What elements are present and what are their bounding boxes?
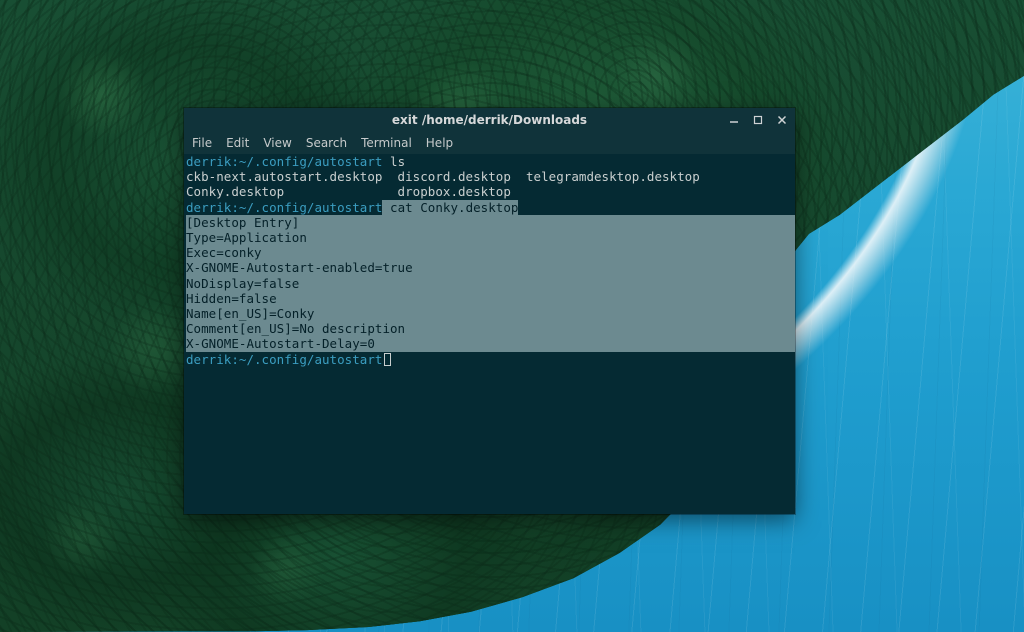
cat-output: Hidden=false <box>186 291 795 306</box>
terminal-line: derrik:~/.config/autostart ls <box>186 154 793 169</box>
cat-output: Exec=conky <box>186 245 795 260</box>
cat-output: [Desktop Entry] <box>186 215 795 230</box>
terminal-line: NoDisplay=false <box>186 276 793 291</box>
terminal-line: Hidden=false <box>186 291 793 306</box>
menu-terminal[interactable]: Terminal <box>361 136 412 150</box>
window-title: exit /home/derrik/Downloads <box>392 113 587 127</box>
cat-output: Comment[en_US]=No description <box>186 321 795 336</box>
terminal-line: X-GNOME-Autostart-enabled=true <box>186 260 793 275</box>
terminal-line: [Desktop Entry] <box>186 215 793 230</box>
menu-file[interactable]: File <box>192 136 212 150</box>
terminal-line: ckb-next.autostart.desktop discord.deskt… <box>186 169 793 184</box>
terminal-line: Conky.desktop dropbox.desktop <box>186 184 793 199</box>
terminal-line: X-GNOME-Autostart-Delay=0 <box>186 336 793 351</box>
prompt: derrik:~/.config/autostart <box>186 154 382 169</box>
prompt: derrik:~/.config/autostart <box>186 200 382 215</box>
prompt: derrik:~/.config/autostart <box>186 352 382 367</box>
window-controls <box>727 108 789 132</box>
terminal-body[interactable]: derrik:~/.config/autostart ls ckb-next.a… <box>184 154 795 514</box>
terminal-line: derrik:~/.config/autostart cat Conky.des… <box>186 200 793 215</box>
maximize-button[interactable] <box>751 113 765 127</box>
cat-output: Name[en_US]=Conky <box>186 306 795 321</box>
terminal-line: Exec=conky <box>186 245 793 260</box>
window-title-bar[interactable]: exit /home/derrik/Downloads <box>184 108 795 132</box>
terminal-line: Type=Application <box>186 230 793 245</box>
close-icon <box>777 115 787 125</box>
cat-output: X-GNOME-Autostart-Delay=0 <box>186 336 795 351</box>
cat-output: Type=Application <box>186 230 795 245</box>
command-cat: cat Conky.desktop <box>382 200 518 215</box>
menu-view[interactable]: View <box>263 136 291 150</box>
cat-output: X-GNOME-Autostart-enabled=true <box>186 260 795 275</box>
menu-bar: File Edit View Search Terminal Help <box>184 132 795 154</box>
terminal-line: Name[en_US]=Conky <box>186 306 793 321</box>
ls-output: Conky.desktop dropbox.desktop <box>186 184 511 199</box>
menu-edit[interactable]: Edit <box>226 136 249 150</box>
terminal-line: Comment[en_US]=No description <box>186 321 793 336</box>
minimize-button[interactable] <box>727 113 741 127</box>
terminal-line: derrik:~/.config/autostart <box>186 352 793 367</box>
command-ls: ls <box>382 154 405 169</box>
maximize-icon <box>753 115 763 125</box>
menu-help[interactable]: Help <box>426 136 453 150</box>
menu-search[interactable]: Search <box>306 136 347 150</box>
ls-output: ckb-next.autostart.desktop discord.deskt… <box>186 169 700 184</box>
cursor-icon <box>384 353 391 366</box>
minimize-icon <box>729 115 739 125</box>
cat-output: NoDisplay=false <box>186 276 795 291</box>
terminal-window: exit /home/derrik/Downloads File Edit Vi… <box>184 108 795 514</box>
close-button[interactable] <box>775 113 789 127</box>
